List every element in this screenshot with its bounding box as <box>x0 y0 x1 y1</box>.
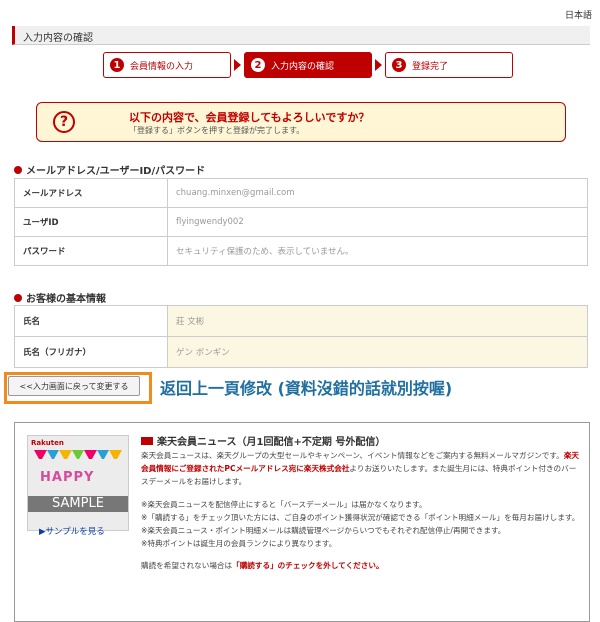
row-label: メールアドレス <box>14 178 168 208</box>
newsletter-note: ※楽天会員ニュースを配信停止にすると「バースデーメール」は届かなくなります。 <box>141 499 427 509</box>
confirm-hint: 「登録する」ボタンを押すと登録が完了します。 <box>129 126 305 135</box>
row-value: ゲン ボンギン <box>167 336 588 368</box>
image-happy-text: HAPPY <box>40 470 95 485</box>
newsletter-box: Rakuten HAPPY SAMPLE ▶サンプルを見る 楽天会員ニュース（月… <box>14 422 590 622</box>
row-value: flyingwendy002 <box>167 207 588 237</box>
row-label: 氏名（フリガナ） <box>14 336 168 368</box>
step-3-label: 登録完了 <box>412 61 449 72</box>
progress-steps: 1 会員情報の入力 2 入力内容の確認 3 登録完了 <box>103 52 513 78</box>
section-heading-basic-info: お客様の基本情報 <box>14 290 106 305</box>
step-3-number: 3 <box>392 58 406 72</box>
newsletter-paragraph: 楽天会員ニュースは、楽天グループの大型セールやキャンペーン、イベント情報などをご… <box>141 451 579 487</box>
step-2-number: 2 <box>251 58 265 72</box>
row-label: ユーザID <box>14 207 168 237</box>
bullet-icon <box>14 293 22 302</box>
table-row: メールアドレス chuang.minxen@gmail.com <box>14 178 588 208</box>
basic-info-table: 氏名 莊 文彬 氏名（フリガナ） ゲン ボンギン <box>14 305 588 368</box>
table-row: ユーザID flyingwendy002 <box>14 207 588 237</box>
envelope-icon <box>141 436 153 445</box>
sample-watermark: SAMPLE <box>28 496 128 512</box>
page-title-bar: 入力内容の確認 <box>12 26 590 45</box>
bullet-icon <box>14 165 22 174</box>
language-link[interactable]: 日本語 <box>565 8 592 21</box>
table-row: パスワード セキュリティ保護のため、表示していません。 <box>14 236 588 266</box>
rakuten-logo: Rakuten <box>31 439 64 447</box>
step-arrow-icon <box>234 59 241 71</box>
table-row: 氏名（フリガナ） ゲン ボンギン <box>14 336 588 368</box>
section-heading-text: お客様の基本情報 <box>26 294 106 305</box>
newsletter-title-text: 楽天会員ニュース（月1回配信+不定期 号外配信） <box>157 437 386 448</box>
newsletter-note: ※特典ポイントは誕生月の会員ランクにより異なります。 <box>141 539 337 549</box>
view-sample-link[interactable]: ▶サンプルを見る <box>39 525 105 537</box>
step-1-label: 会員情報の入力 <box>130 61 194 72</box>
account-info-table: メールアドレス chuang.minxen@gmail.com ユーザID fl… <box>14 178 588 266</box>
row-label: パスワード <box>14 236 168 266</box>
step-1-number: 1 <box>110 58 124 72</box>
step-1: 1 会員情報の入力 <box>103 52 231 78</box>
newsletter-title: 楽天会員ニュース（月1回配信+不定期 号外配信） <box>141 433 385 448</box>
row-value: セキュリティ保護のため、表示していません。 <box>167 236 588 266</box>
confirm-question: 以下の内容で、会員登録してもよろしいですか？ <box>129 111 370 124</box>
question-icon: ? <box>53 111 75 133</box>
bunting-decoration <box>34 450 123 460</box>
newsletter-sample-image: Rakuten HAPPY SAMPLE <box>27 435 129 531</box>
step-2: 2 入力内容の確認 <box>244 52 372 78</box>
confirm-message-box: ? 以下の内容で、会員登録してもよろしいですか？ 「登録する」ボタンを押すと登録… <box>36 102 566 142</box>
newsletter-body: 楽天会員ニュースは、楽天グループの大型セールやキャンペーン、イベント情報などをご… <box>141 449 581 573</box>
page-title: 入力内容の確認 <box>23 33 93 44</box>
back-to-edit-button[interactable]: <<入力画面に戻って変更する <box>8 376 140 396</box>
row-label: 氏名 <box>14 305 168 337</box>
section-heading-text: メールアドレス/ユーザーID/パスワード <box>26 166 206 177</box>
row-value: 莊 文彬 <box>167 305 588 337</box>
step-3: 3 登録完了 <box>385 52 513 78</box>
step-2-label: 入力内容の確認 <box>271 61 335 72</box>
newsletter-footer: 購読を希望されない場合は「購読する」のチェックを外してください。 <box>141 561 384 571</box>
newsletter-note: ※楽天会員ニュース・ポイント明細メールは購読管理ページからいつでもそれぞれ配信停… <box>141 526 506 536</box>
table-row: 氏名 莊 文彬 <box>14 305 588 337</box>
step-arrow-icon <box>375 59 382 71</box>
section-heading-account: メールアドレス/ユーザーID/パスワード <box>14 162 205 177</box>
newsletter-note: ※「購読する」をチェック頂いた方には、ご自身のポイント獲得状況が確認できる「ポイ… <box>141 512 580 522</box>
row-value: chuang.minxen@gmail.com <box>167 178 588 208</box>
annotation-text: 返回上一頁修改 (資料沒錯的話就別按喔) <box>160 379 453 398</box>
